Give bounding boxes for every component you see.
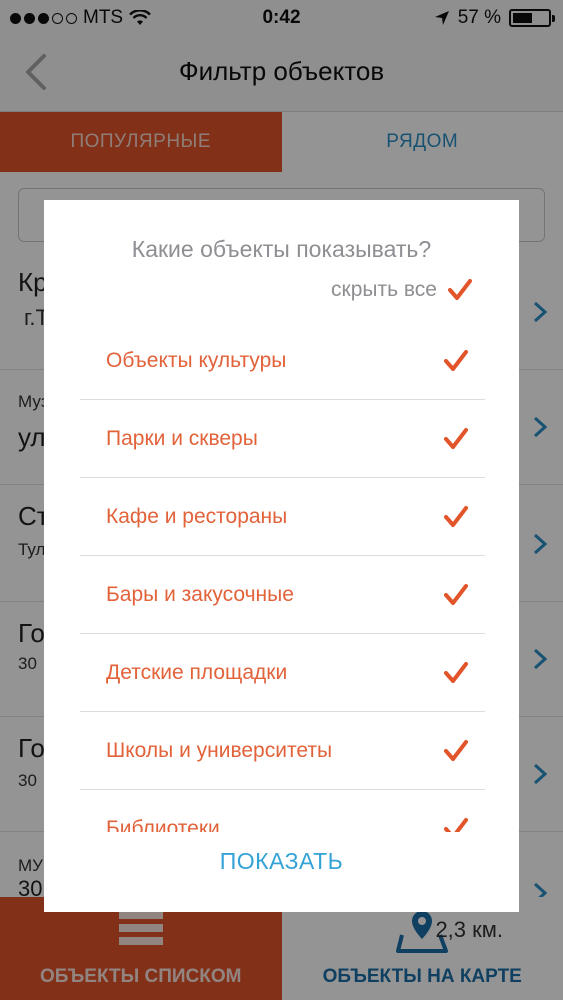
checkmark-icon <box>444 505 468 527</box>
checkmark-icon <box>444 583 468 605</box>
checkmark-icon <box>444 427 468 449</box>
option-schools[interactable]: Школы и университеты <box>80 712 485 790</box>
checkmark-icon <box>444 818 468 832</box>
option-cafes[interactable]: Кафе и рестораны <box>80 478 485 556</box>
option-playgrounds[interactable]: Детские площадки <box>80 634 485 712</box>
option-parks[interactable]: Парки и скверы <box>80 400 485 478</box>
option-label: Детские площадки <box>106 660 288 684</box>
checkmark-icon <box>448 279 472 300</box>
hide-all-button[interactable]: скрыть все <box>331 278 473 302</box>
option-bars[interactable]: Бары и закусочные <box>80 556 485 634</box>
hide-all-label: скрыть все <box>331 278 437 301</box>
option-label: Библиотеки <box>106 817 220 832</box>
checkmark-icon <box>444 739 468 761</box>
option-label: Кафе и рестораны <box>106 504 288 528</box>
option-label: Школы и университеты <box>106 738 333 762</box>
options-list[interactable]: Объекты культуры Парки и скверы Кафе и р… <box>80 322 485 832</box>
checkmark-icon <box>444 349 468 371</box>
show-button[interactable]: ПОКАЗАТЬ <box>44 848 519 875</box>
option-label: Бары и закусочные <box>106 582 294 606</box>
option-libraries[interactable]: Библиотеки <box>80 790 485 832</box>
checkmark-icon <box>444 661 468 683</box>
option-culture[interactable]: Объекты культуры <box>80 322 485 400</box>
filter-dialog: Какие объекты показывать? скрыть все Объ… <box>44 200 519 912</box>
option-label: Объекты культуры <box>106 348 287 372</box>
dialog-title: Какие объекты показывать? <box>131 236 432 262</box>
option-label: Парки и скверы <box>106 426 258 450</box>
